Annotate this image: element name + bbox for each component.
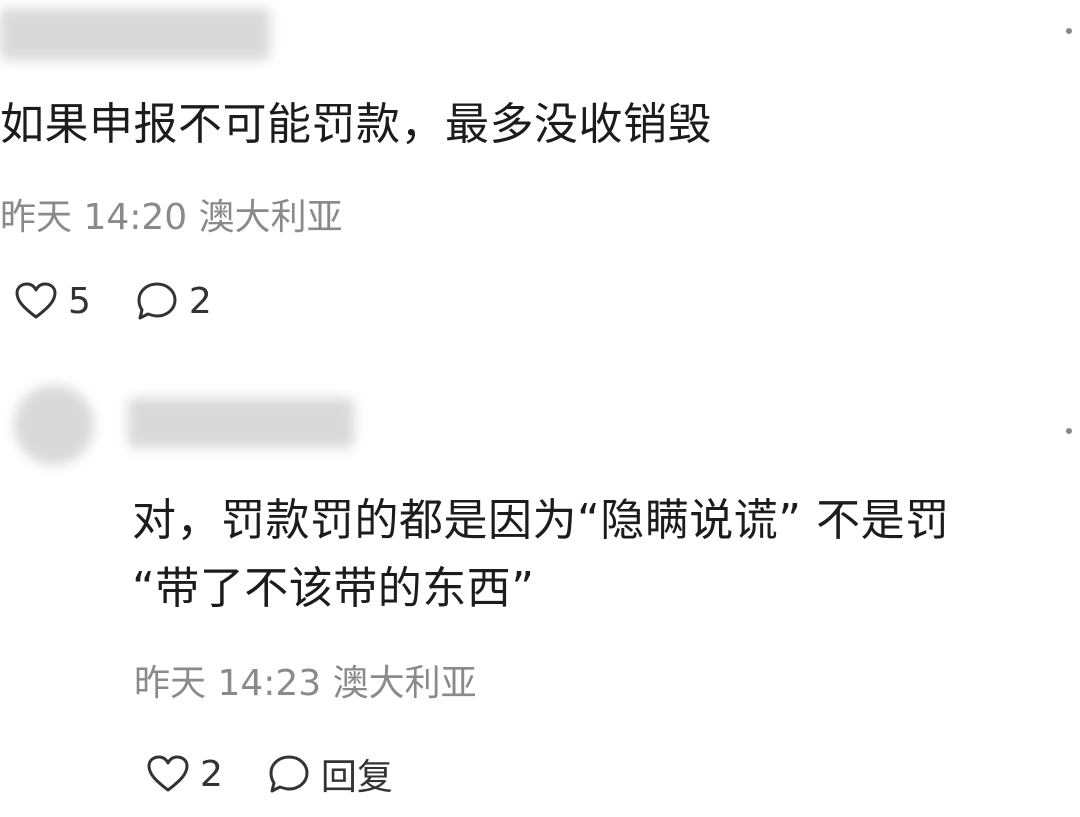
more-dot-icon[interactable] [1066, 428, 1072, 434]
like-count: 5 [68, 280, 91, 322]
reply-label: 回复 [320, 757, 393, 798]
reply-count: 2 [188, 280, 212, 322]
comment-1-time: 昨天 14:20 [0, 197, 188, 238]
comment-button[interactable]: 2 [135, 280, 212, 322]
comment-2-time: 昨天 14:23 [134, 663, 322, 704]
comment-2-text-line2: “带了不该带的东西” [132, 563, 535, 614]
heart-outline-icon [15, 282, 57, 319]
comment-1-text: 如果申报不可能罚款，最多没收销毁 [0, 99, 712, 150]
username-2-blurred[interactable] [128, 398, 354, 448]
comment-2-text-line1: 对，罚款罚的都是因为“隐瞒说谎” 不是罚 [132, 495, 950, 546]
heart-outline-icon [147, 755, 189, 792]
avatar[interactable] [14, 385, 94, 465]
comment-1-location: 澳大利亚 [198, 197, 343, 238]
speech-bubble-icon [269, 755, 309, 793]
like-button[interactable]: 5 [14, 281, 91, 322]
reply-button[interactable]: 回复 [267, 748, 393, 800]
comment-2-actions: 2 回复 [146, 748, 437, 800]
like-button[interactable]: 2 [146, 754, 223, 795]
speech-bubble-icon [137, 282, 177, 320]
comment-1-actions: 5 2 [14, 280, 256, 322]
like-count: 2 [200, 753, 223, 795]
comment-2-location: 澳大利亚 [332, 663, 477, 704]
comment-2-meta: 昨天 14:23 澳大利亚 [134, 662, 477, 706]
comment-1-meta: 昨天 14:20 澳大利亚 [0, 196, 343, 240]
more-dot-icon[interactable] [1066, 28, 1072, 34]
username-1-blurred[interactable] [0, 8, 270, 60]
